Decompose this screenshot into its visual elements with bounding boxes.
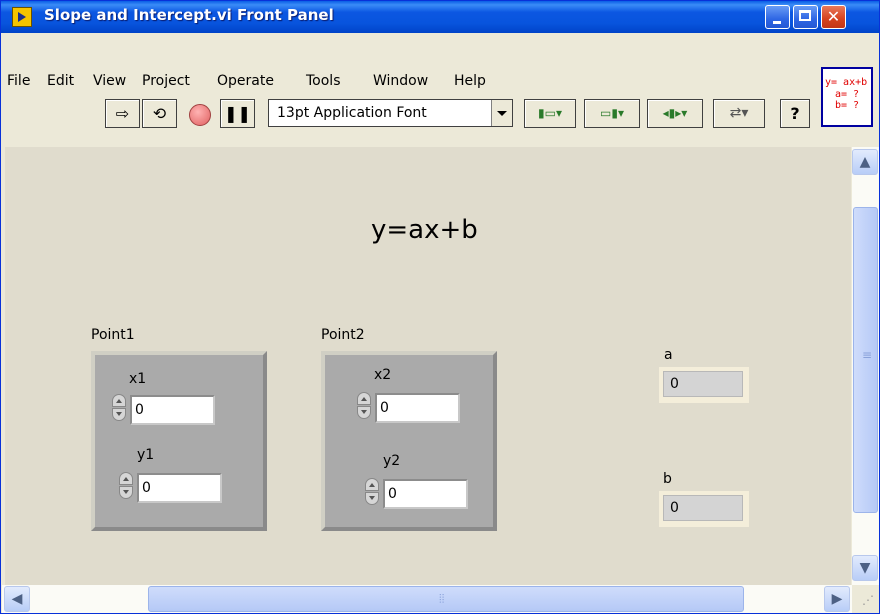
pause-icon: ❚❚ [224, 104, 251, 123]
abort-icon [189, 104, 211, 126]
chevron-up-icon: ▲ [859, 154, 871, 170]
scroll-right-button[interactable]: ▶ [824, 586, 850, 612]
title-bar[interactable]: Slope and Intercept.vi Front Panel ✕ [1, 1, 879, 33]
b-indicator: 0 [659, 491, 749, 527]
font-selector-value: 13pt Application Font [277, 105, 427, 121]
toolbar: ⇨ ⟲ ❚❚ 13pt Application Font ▮▭▾ ▭▮▾ ◂▮▸… [1, 97, 814, 147]
reorder-icon: ⇄▾ [729, 105, 749, 121]
help-question-icon: ? [790, 104, 800, 123]
align-objects-icon: ▮▭▾ [538, 106, 562, 120]
menu-view[interactable]: View [93, 73, 126, 89]
point1-label: Point1 [91, 327, 135, 343]
decrement-icon[interactable] [119, 486, 133, 499]
grip-icon: ⦙⦙ [439, 592, 445, 606]
menu-help[interactable]: Help [454, 73, 486, 89]
distribute-objects-icon: ▭▮▾ [600, 106, 624, 120]
distribute-objects-button[interactable]: ▭▮▾ [584, 99, 640, 128]
a-value: 0 [670, 376, 679, 392]
resize-objects-button[interactable]: ◂▮▸▾ [647, 99, 703, 128]
run-continuously-icon: ⟲ [152, 104, 167, 123]
font-selector[interactable]: 13pt Application Font [268, 99, 513, 127]
vi-icon-line: y= ax+b [825, 77, 868, 88]
horizontal-scroll-thumb[interactable]: ⦙⦙ [148, 586, 744, 612]
context-help-button[interactable]: ? [780, 99, 810, 128]
scroll-left-button[interactable]: ◀ [4, 586, 30, 612]
y2-label: y2 [383, 453, 401, 469]
menu-operate[interactable]: Operate [217, 73, 274, 89]
menu-window[interactable]: Window [373, 73, 428, 89]
vertical-scrollbar[interactable]: ▲ ≡ ▼ [852, 147, 879, 585]
x1-input[interactable]: 0 [130, 395, 215, 425]
point1-cluster[interactable] [91, 351, 267, 531]
close-button[interactable]: ✕ [821, 5, 846, 29]
decrement-icon[interactable] [357, 406, 371, 419]
point2-label: Point2 [321, 327, 365, 343]
chevron-right-icon: ▶ [831, 591, 843, 607]
x2-label: x2 [374, 367, 392, 383]
x1-value: 0 [135, 402, 144, 418]
menu-tools[interactable]: Tools [306, 73, 341, 89]
b-value: 0 [670, 500, 679, 516]
b-label: b [663, 471, 672, 487]
x1-label: x1 [129, 371, 147, 387]
a-indicator: 0 [659, 367, 749, 403]
pause-button[interactable]: ❚❚ [220, 99, 255, 128]
resize-grip-icon: ⋰ [862, 593, 874, 607]
y1-increment-decrement[interactable] [117, 471, 135, 501]
scroll-up-button[interactable]: ▲ [852, 149, 878, 175]
menu-edit[interactable]: Edit [47, 73, 74, 89]
increment-icon[interactable] [119, 472, 133, 485]
x2-increment-decrement[interactable] [355, 391, 373, 421]
align-objects-button[interactable]: ▮▭▾ [524, 99, 576, 128]
y1-label: y1 [137, 447, 155, 463]
window-title: Slope and Intercept.vi Front Panel [44, 6, 334, 24]
x2-value: 0 [380, 400, 389, 416]
minimize-icon [773, 21, 781, 24]
decrement-icon[interactable] [365, 492, 379, 505]
y1-input[interactable]: 0 [137, 473, 222, 503]
a-label: a [664, 347, 673, 363]
minimize-button[interactable] [765, 5, 790, 29]
abort-button[interactable] [179, 99, 217, 128]
run-arrow-icon: ⇨ [115, 104, 130, 123]
y2-increment-decrement[interactable] [363, 477, 381, 507]
horizontal-scrollbar[interactable]: ◀ ⦙⦙ ▶ [2, 585, 852, 613]
increment-icon[interactable] [357, 392, 371, 405]
vi-icon-line: b= ? [835, 100, 860, 111]
y2-value: 0 [388, 486, 397, 502]
chevron-down-icon: ▼ [859, 560, 871, 576]
y2-input[interactable]: 0 [383, 479, 468, 509]
vi-icon[interactable]: y= ax+b a= ? b= ? [821, 67, 873, 127]
labview-app-icon [12, 7, 32, 27]
y1-value: 0 [142, 480, 151, 496]
menu-bar: File Edit View Project Operate Tools Win… [7, 73, 820, 97]
vi-icon-line: a= ? [835, 89, 860, 100]
b-indicator-box: 0 [663, 495, 743, 521]
run-button[interactable]: ⇨ [105, 99, 140, 128]
scroll-down-button[interactable]: ▼ [852, 555, 878, 581]
x1-increment-decrement[interactable] [110, 393, 128, 423]
chevron-left-icon: ◀ [11, 591, 23, 607]
increment-icon[interactable] [365, 478, 379, 491]
resize-objects-icon: ◂▮▸▾ [662, 106, 688, 120]
vertical-scroll-thumb[interactable]: ≡ [853, 207, 878, 513]
run-continuously-button[interactable]: ⟲ [142, 99, 177, 128]
menu-project[interactable]: Project [142, 73, 190, 89]
a-indicator-box: 0 [663, 371, 743, 397]
chevron-down-icon[interactable] [491, 100, 512, 126]
decrement-icon[interactable] [112, 408, 126, 421]
close-icon: ✕ [826, 7, 841, 26]
maximize-button[interactable] [793, 5, 818, 29]
reorder-button[interactable]: ⇄▾ [713, 99, 765, 128]
x2-input[interactable]: 0 [375, 393, 460, 423]
maximize-icon [799, 10, 811, 21]
equation-label: y=ax+b [371, 215, 478, 245]
increment-icon[interactable] [112, 394, 126, 407]
grip-icon: ≡ [862, 348, 873, 362]
menu-file[interactable]: File [7, 73, 30, 89]
labview-window: Slope and Intercept.vi Front Panel ✕ Fil… [0, 0, 880, 614]
resize-grip[interactable]: ⋰ [852, 585, 879, 613]
